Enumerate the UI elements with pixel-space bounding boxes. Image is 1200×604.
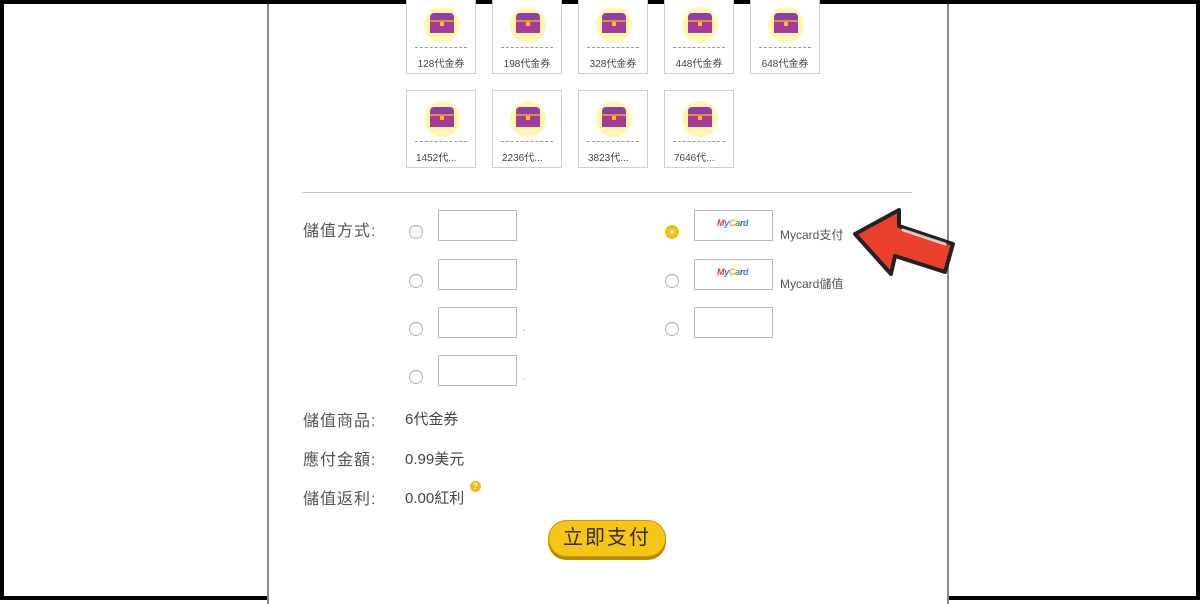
payment-option-box-6[interactable] bbox=[694, 307, 773, 338]
payment-radio-2[interactable] bbox=[409, 274, 423, 288]
payment-option-box-4[interactable] bbox=[438, 355, 517, 386]
payment-option-box-1[interactable] bbox=[438, 210, 517, 241]
payment-method-label: 儲值方式: bbox=[303, 223, 377, 240]
payment-radio-1[interactable] bbox=[409, 225, 423, 239]
item-tile-1452[interactable]: 1452代... bbox=[406, 90, 476, 168]
item-label: 128代金券 bbox=[417, 59, 465, 70]
mycard-pay-label: Mycard支付 bbox=[780, 228, 844, 242]
treasure-chest-icon bbox=[510, 101, 546, 137]
mycard-pay-option[interactable]: MyCard bbox=[694, 210, 773, 241]
mycard-logo-icon: MyCard bbox=[717, 267, 749, 277]
item-label: 648代金券 bbox=[761, 59, 809, 70]
rebate-value: 0.00紅利 bbox=[405, 490, 465, 507]
treasure-chest-icon bbox=[682, 101, 718, 137]
item-label: 328代金券 bbox=[589, 59, 637, 70]
mycard-topup-label: Mycard儲值 bbox=[780, 277, 844, 291]
help-icon[interactable]: ? bbox=[470, 481, 481, 492]
product-value: 6代金券 bbox=[405, 411, 459, 428]
item-label: 198代金券 bbox=[503, 59, 551, 70]
treasure-chest-icon bbox=[682, 7, 718, 43]
rebate-label: 儲值返利: bbox=[303, 491, 377, 508]
amount-label: 應付金額: bbox=[303, 452, 377, 469]
treasure-chest-icon bbox=[424, 7, 460, 43]
payment-radio-mycard-pay[interactable] bbox=[665, 225, 679, 239]
tile-divider bbox=[673, 141, 725, 142]
item-tile-3823[interactable]: 3823代... bbox=[578, 90, 648, 168]
option-dot: . bbox=[523, 323, 526, 334]
item-label: 3823代... bbox=[588, 153, 629, 164]
treasure-chest-icon bbox=[510, 7, 546, 43]
product-label: 儲值商品: bbox=[303, 413, 377, 430]
tile-divider bbox=[415, 141, 467, 142]
item-label: 7646代... bbox=[674, 153, 715, 164]
item-tile-198[interactable]: 198代金券 bbox=[492, 0, 562, 74]
mycard-topup-option[interactable]: MyCard bbox=[694, 259, 773, 290]
treasure-chest-icon bbox=[596, 101, 632, 137]
payment-radio-3[interactable] bbox=[409, 322, 423, 336]
item-label: 2236代... bbox=[502, 153, 543, 164]
item-tile-7646[interactable]: 7646代... bbox=[664, 90, 734, 168]
pay-now-button[interactable]: 立即支付 bbox=[548, 520, 666, 557]
mycard-logo-icon: MyCard bbox=[717, 218, 749, 228]
item-tile-128[interactable]: 128代金券 bbox=[406, 0, 476, 74]
treasure-chest-icon bbox=[596, 7, 632, 43]
treasure-chest-icon bbox=[768, 7, 804, 43]
tile-divider bbox=[587, 47, 639, 48]
section-divider bbox=[302, 192, 912, 193]
item-tile-648[interactable]: 648代金券 bbox=[750, 0, 820, 74]
payment-radio-4[interactable] bbox=[409, 370, 423, 384]
item-label: 448代金券 bbox=[675, 59, 723, 70]
payment-radio-mycard-topup[interactable] bbox=[665, 274, 679, 288]
item-label: 1452代... bbox=[416, 153, 457, 164]
treasure-chest-icon bbox=[424, 101, 460, 137]
payment-option-box-3[interactable] bbox=[438, 307, 517, 338]
option-dot: . bbox=[523, 372, 526, 383]
payment-radio-6[interactable] bbox=[665, 322, 679, 336]
item-tile-448[interactable]: 448代金券 bbox=[664, 0, 734, 74]
red-pointer-arrow-icon bbox=[853, 208, 955, 276]
item-tile-2236[interactable]: 2236代... bbox=[492, 90, 562, 168]
tile-divider bbox=[587, 141, 639, 142]
payment-option-box-2[interactable] bbox=[438, 259, 517, 290]
tile-divider bbox=[415, 47, 467, 48]
amount-value: 0.99美元 bbox=[405, 451, 465, 468]
tile-divider bbox=[673, 47, 725, 48]
tile-divider bbox=[501, 141, 553, 142]
item-tile-328[interactable]: 328代金券 bbox=[578, 0, 648, 74]
tile-divider bbox=[501, 47, 553, 48]
tile-divider bbox=[759, 47, 811, 48]
